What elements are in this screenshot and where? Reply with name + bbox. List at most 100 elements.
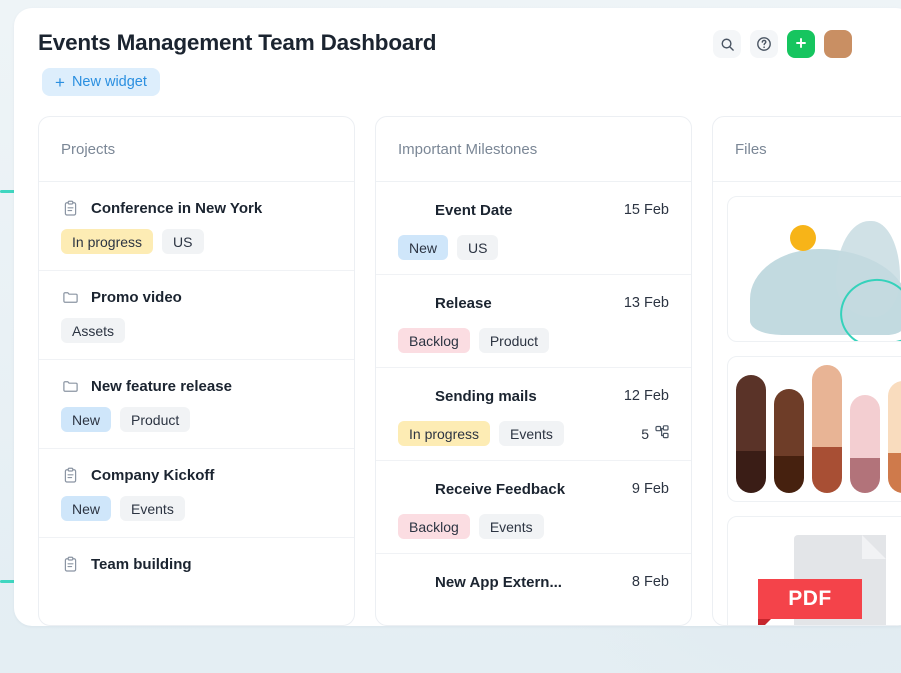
plus-icon: + [55, 72, 65, 92]
swatch-pill [736, 375, 766, 493]
files-card: Files PDF [712, 116, 901, 626]
tag-row: New Product [61, 407, 332, 432]
project-name: Team building [91, 555, 192, 573]
project-name: Conference in New York [91, 199, 263, 217]
milestone-date: 13 Feb [623, 295, 669, 311]
milestone-name: Event Date [435, 201, 513, 219]
color-swatch-thumbnail[interactable] [727, 356, 901, 502]
project-name: Company Kickoff [91, 466, 215, 484]
milestone-header: New App Extern... 8 Feb [398, 569, 669, 595]
tag-row: New US [398, 235, 669, 260]
milestone-avatar[interactable] [398, 383, 424, 409]
add-button[interactable] [787, 30, 815, 58]
page-title: Events Management Team Dashboard [38, 30, 437, 55]
milestone-row[interactable]: Release 13 Feb Backlog Product [376, 275, 691, 368]
milestone-date: 9 Feb [631, 481, 669, 497]
files-card-header: Files [713, 117, 901, 182]
folder-icon [61, 288, 79, 306]
milestone-date: 12 Feb [623, 388, 669, 404]
avatar[interactable] [824, 30, 852, 58]
tag[interactable]: Events [499, 421, 564, 446]
milestone-avatar[interactable] [398, 197, 424, 223]
ribbon-tail [758, 619, 771, 625]
new-widget-label: New widget [71, 74, 147, 90]
milestone-row[interactable]: Sending mails 12 Feb In progress Events 5 [376, 368, 691, 461]
milestones-list: Event Date 15 Feb New US Release 13 Feb Backlo… [376, 182, 691, 609]
subtask-icon [655, 425, 669, 442]
swatch-group [728, 357, 901, 501]
milestones-card: Important Milestones Event Date 15 Feb New… [375, 116, 692, 626]
project-header: Conference in New York [61, 199, 332, 217]
projects-list: Conference in New York In progress US Promo… [39, 182, 354, 589]
milestone-header: Sending mails 12 Feb [398, 383, 669, 409]
milestone-row[interactable]: New App Extern... 8 Feb [376, 554, 691, 609]
subtask-count-value: 5 [641, 425, 649, 442]
milestone-avatar[interactable] [398, 476, 424, 502]
clipboard-icon [61, 466, 79, 484]
tag[interactable]: Events [120, 496, 185, 521]
milestone-row[interactable]: Event Date 15 Feb New US [376, 182, 691, 275]
project-header: New feature release [61, 377, 332, 395]
add-icon [794, 36, 808, 53]
milestone-row[interactable]: Receive Feedback 9 Feb Backlog Events [376, 461, 691, 554]
help-icon [756, 36, 772, 52]
project-row[interactable]: Conference in New York In progress US [39, 182, 354, 271]
milestone-avatar[interactable] [398, 290, 424, 316]
search-button[interactable] [713, 30, 741, 58]
tag[interactable]: Events [478, 514, 544, 539]
tag[interactable]: Assets [61, 318, 126, 343]
swatch-pill [850, 395, 880, 493]
tag[interactable]: Product [120, 407, 191, 432]
milestone-header: Receive Feedback 9 Feb [398, 476, 669, 502]
files-list: PDF [713, 182, 901, 625]
pdf-label: PDF [758, 579, 862, 619]
project-row[interactable]: Promo video Assets [39, 271, 354, 360]
tag[interactable]: Product [478, 328, 550, 353]
milestone-header: Event Date 15 Feb [398, 197, 669, 223]
tag[interactable]: In progress [398, 421, 491, 446]
search-icon [720, 37, 735, 52]
project-header: Promo video [61, 288, 332, 306]
files-card-title: Files [735, 140, 767, 158]
tag-row: New Events [61, 496, 332, 521]
tag-row: Backlog Events [398, 514, 669, 539]
orange-circle-shape [790, 225, 816, 251]
subtask-count: 5 [641, 425, 669, 442]
milestone-date: 15 Feb [623, 202, 669, 218]
tag-row: In progress US [61, 229, 332, 254]
milestone-name: Sending mails [435, 387, 537, 405]
project-name: New feature release [91, 377, 232, 395]
project-name: Promo video [91, 288, 182, 306]
clipboard-icon [61, 555, 79, 573]
milestones-card-title: Important Milestones [398, 140, 538, 158]
project-header: Team building [61, 555, 332, 573]
dashboard-panel: Events Management Team Dashboard + New w… [14, 8, 901, 626]
tag[interactable]: New [61, 407, 112, 432]
milestones-card-header: Important Milestones [376, 117, 691, 182]
projects-card-title: Projects [61, 140, 116, 158]
tag[interactable]: In progress [61, 229, 154, 254]
project-row[interactable]: New feature release New Product [39, 360, 354, 449]
milestone-name: New App Extern... [435, 573, 562, 591]
help-button[interactable] [750, 30, 778, 58]
pdf-file-thumbnail[interactable]: PDF [727, 516, 901, 625]
tag[interactable]: New [61, 496, 112, 521]
tag-row: Backlog Product [398, 328, 669, 353]
clipboard-icon [61, 199, 79, 217]
project-row[interactable]: Team building [39, 538, 354, 589]
projects-card-header: Projects [39, 117, 354, 182]
tag[interactable]: US [162, 229, 204, 254]
projects-card: Projects Conference in New York In progre… [38, 116, 355, 626]
new-widget-button[interactable]: + New widget [42, 68, 160, 96]
swatch-pill [774, 389, 804, 493]
tag[interactable]: Backlog [398, 328, 470, 353]
header-actions [713, 30, 852, 58]
tag[interactable]: US [457, 235, 499, 260]
tag[interactable]: New [398, 235, 449, 260]
tag-row: In progress Events 5 [398, 421, 669, 446]
tag[interactable]: Backlog [398, 514, 470, 539]
abstract-art-thumbnail[interactable] [727, 196, 901, 342]
milestone-avatar[interactable] [398, 569, 424, 595]
folder-icon [61, 377, 79, 395]
project-row[interactable]: Company Kickoff New Events [39, 449, 354, 538]
